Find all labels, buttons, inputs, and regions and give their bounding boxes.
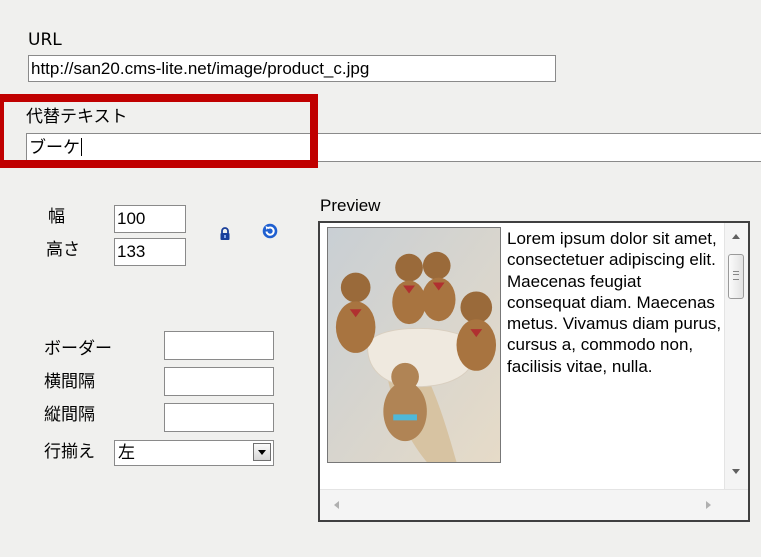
preview-vertical-scrollbar[interactable] [724, 223, 748, 489]
url-label: URL [28, 30, 62, 50]
scroll-down-arrow-icon[interactable] [732, 469, 740, 474]
vspace-input[interactable] [164, 403, 274, 432]
height-label: 高さ [46, 240, 80, 260]
preview-horizontal-scrollbar[interactable] [320, 489, 748, 520]
scroll-up-arrow-icon[interactable] [732, 234, 740, 239]
hspace-label: 横間隔 [44, 372, 95, 392]
height-input[interactable]: 133 [114, 238, 186, 266]
vspace-label: 縦間隔 [44, 405, 95, 425]
url-input[interactable]: http://san20.cms-lite.net/image/product_… [28, 55, 556, 82]
width-label: 幅 [48, 207, 65, 227]
preview-label: Preview [320, 196, 381, 215]
preview-content: Lorem ipsum dolor sit amet, consectetuer… [320, 223, 724, 489]
scroll-left-arrow-icon[interactable] [334, 501, 339, 509]
scroll-right-arrow-icon[interactable] [706, 501, 711, 509]
teddy-bear-bouquet-image [327, 227, 501, 463]
chevron-down-icon[interactable] [253, 443, 271, 461]
refresh-icon[interactable] [262, 223, 278, 243]
preview-pane: Lorem ipsum dolor sit amet, consectetuer… [318, 221, 750, 522]
hspace-input[interactable] [164, 367, 274, 396]
border-input[interactable] [164, 331, 274, 360]
lock-icon[interactable] [219, 226, 231, 245]
align-label: 行揃え [44, 442, 95, 462]
border-label: ボーダー [44, 339, 112, 359]
align-select-value: 左 [118, 443, 135, 463]
highlight-box [0, 94, 318, 168]
align-select[interactable]: 左 [114, 440, 274, 466]
scroll-thumb[interactable] [728, 254, 744, 299]
width-input[interactable]: 100 [114, 205, 186, 233]
